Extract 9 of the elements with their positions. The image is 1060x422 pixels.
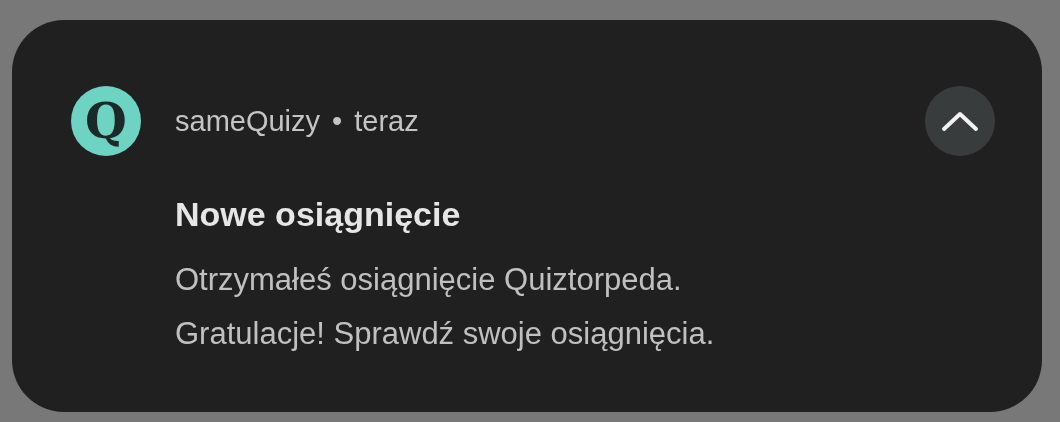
separator-dot: •: [332, 104, 343, 138]
message-line: Gratulacje! Sprawdź swoje osiągnięcia.: [175, 315, 716, 352]
app-name: sameQuizy: [175, 104, 321, 138]
message-line: Otrzymałeś osiągnięcie Quiztorpeda.: [175, 261, 683, 298]
app-logo: Q: [71, 86, 141, 156]
chevron-icon: [940, 109, 980, 133]
notification-title: Nowe osiągnięcie: [175, 195, 462, 234]
timestamp: teraz: [354, 104, 419, 138]
notification-card[interactable]: Q sameQuizy • teraz Nowe osiągnięcie Otrzymałeś osiągnięcie Quiztorpeda. Gratulacje! Sprawdź swoje osiągnięcia.: [12, 20, 1042, 412]
